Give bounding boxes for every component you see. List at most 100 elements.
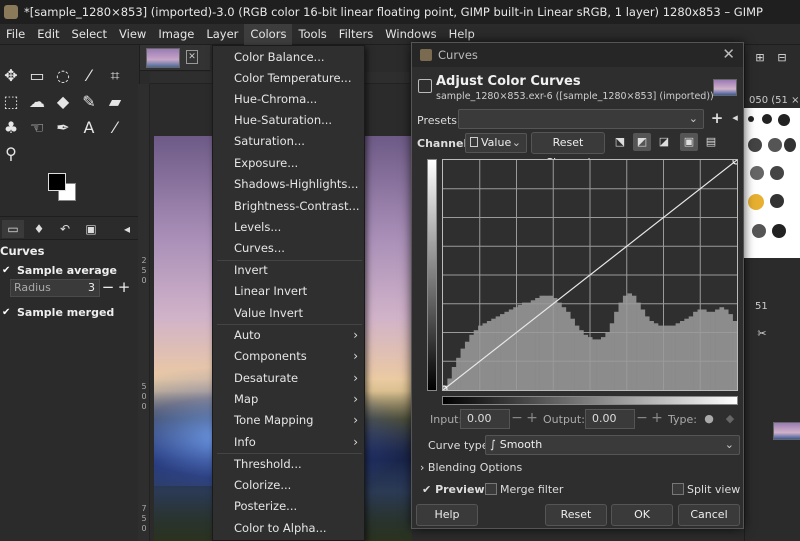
input-field[interactable]: 0.00	[460, 409, 510, 429]
menu-item-hue-saturation[interactable]: Hue-Saturation...	[213, 110, 366, 131]
menu-item-saturation[interactable]: Saturation...	[213, 131, 366, 152]
reset-channel-button[interactable]: Reset Channel	[531, 132, 605, 169]
help-button[interactable]: Help	[416, 504, 478, 526]
menu-item-tone-mapping[interactable]: Tone Mapping ›	[213, 410, 366, 431]
image-tab[interactable]: ✕	[140, 45, 210, 71]
brush-swatch[interactable]	[770, 166, 784, 180]
menu-item-color-to-alpha[interactable]: Color to Alpha...	[213, 518, 366, 539]
brush-swatch[interactable]	[762, 114, 772, 124]
warp-tool-icon[interactable]: ☁	[26, 91, 48, 113]
move-tool-icon[interactable]: ✥	[0, 65, 22, 87]
brush-swatch[interactable]	[748, 194, 764, 210]
input-increase-button[interactable]: +	[525, 409, 539, 429]
close-icon[interactable]: ✕	[722, 45, 735, 63]
menu-filters[interactable]: Filters	[333, 24, 379, 45]
lasso-tool-icon[interactable]: ◌	[52, 65, 74, 87]
menu-item-linear-invert[interactable]: Linear Invert	[213, 281, 366, 302]
menu-image[interactable]: Image	[152, 24, 200, 45]
device-status-tab-icon[interactable]: ♦	[28, 220, 50, 238]
add-icon[interactable]: ⊞	[751, 49, 769, 67]
sample-merged-checkbox[interactable]: ✔ Sample merged	[2, 304, 114, 320]
brush-swatch[interactable]	[748, 138, 762, 152]
images-tab-icon[interactable]: ▣	[80, 220, 102, 238]
preview-checkbox[interactable]: ✔ Preview	[422, 483, 485, 496]
output-field[interactable]: 0.00	[585, 409, 635, 429]
brush-icon[interactable]: ⊟	[773, 49, 791, 67]
radius-decrease-button[interactable]: −	[101, 279, 115, 297]
menu-item-map[interactable]: Map ›	[213, 389, 366, 410]
output-increase-button[interactable]: +	[650, 409, 664, 429]
undo-history-tab-icon[interactable]: ↶	[54, 220, 76, 238]
menu-item-info[interactable]: Info ›	[213, 432, 366, 453]
brush-swatch[interactable]	[768, 138, 782, 152]
brush-swatch[interactable]	[750, 166, 764, 180]
menu-item-color-balance[interactable]: Color Balance...	[213, 47, 366, 68]
menu-item-hue-chroma[interactable]: Hue-Chroma...	[213, 89, 366, 110]
dialog-title-bar[interactable]: Curves ✕	[412, 43, 743, 67]
layer-thumbnail[interactable]	[773, 422, 800, 440]
log-histogram-icon[interactable]: ◩	[633, 133, 651, 151]
curve-style-icon[interactable]: ◪	[655, 133, 673, 151]
dock-scissor-icon[interactable]: ✂	[753, 325, 771, 343]
color-picker-tool-icon[interactable]: ⁄	[104, 117, 126, 139]
dock-menu-icon[interactable]: ◂	[116, 220, 138, 238]
menu-item-desaturate[interactable]: Desaturate ›	[213, 368, 366, 389]
menu-file[interactable]: File	[0, 24, 31, 45]
transform-tool-icon[interactable]: ⬚	[0, 91, 22, 113]
cancel-button[interactable]: Cancel	[678, 504, 740, 526]
rect-select-tool-icon[interactable]: ▭	[26, 65, 48, 87]
brush-swatch[interactable]	[752, 224, 766, 238]
reset-button[interactable]: Reset	[545, 504, 607, 526]
input-decrease-button[interactable]: −	[510, 409, 524, 429]
menu-item-exposure[interactable]: Exposure...	[213, 153, 366, 174]
menu-colors[interactable]: Colors	[244, 23, 293, 45]
smudge-tool-icon[interactable]: ☜	[26, 117, 48, 139]
picker-icon[interactable]: ▤	[702, 133, 720, 151]
brush-swatch[interactable]	[772, 224, 786, 238]
menu-tools[interactable]: Tools	[292, 24, 332, 45]
crop-tool-icon[interactable]: ⌗	[104, 65, 126, 87]
menu-item-shadows-highlights[interactable]: Shadows-Highlights...	[213, 174, 366, 195]
brush-swatch[interactable]	[778, 114, 790, 126]
tool-options-tab-icon[interactable]: ▭	[2, 220, 24, 238]
brush-swatch[interactable]	[784, 138, 796, 152]
presets-combo[interactable]: ⌄	[458, 109, 704, 129]
menu-item-threshold[interactable]: Threshold...	[213, 454, 366, 475]
menu-item-levels[interactable]: Levels...	[213, 217, 366, 238]
merge-filter-checkbox[interactable]	[485, 483, 497, 495]
menu-item-curves[interactable]: Curves...	[213, 238, 366, 259]
channel-combo[interactable]: Value ⌄	[465, 133, 527, 153]
blending-options-expander[interactable]: › Blending Options	[420, 461, 522, 474]
menu-item-colorize[interactable]: Colorize...	[213, 475, 366, 496]
fuzzy-select-tool-icon[interactable]: ⁄	[78, 65, 100, 87]
menu-layer[interactable]: Layer	[200, 24, 244, 45]
close-image-icon[interactable]: ✕	[186, 50, 198, 64]
foreground-color-swatch[interactable]	[48, 173, 66, 191]
preset-menu-icon[interactable]: ◂	[726, 109, 744, 127]
menu-edit[interactable]: Edit	[31, 24, 65, 45]
menu-item-auto[interactable]: Auto ›	[213, 325, 366, 346]
radius-increase-button[interactable]: +	[117, 279, 131, 297]
menu-select[interactable]: Select	[66, 24, 113, 45]
menu-item-components[interactable]: Components ›	[213, 346, 366, 367]
menu-item-value-invert[interactable]: Value Invert	[213, 303, 366, 324]
sample-average-checkbox[interactable]: ✔ Sample average	[2, 262, 117, 278]
menu-item-color-temperature[interactable]: Color Temperature...	[213, 68, 366, 89]
eraser-tool-icon[interactable]: ▰	[104, 91, 126, 113]
paths-tool-icon[interactable]: ✒	[52, 117, 74, 139]
clone-tool-icon[interactable]: ♣	[0, 117, 22, 139]
menu-item-brightness-contrast[interactable]: Brightness-Contrast...	[213, 196, 366, 217]
split-view-checkbox[interactable]	[672, 483, 684, 495]
brushes-panel[interactable]	[744, 108, 800, 258]
paintbrush-tool-icon[interactable]: ✎	[78, 91, 100, 113]
menu-item-posterize[interactable]: Posterize...	[213, 496, 366, 517]
radius-field[interactable]: Radius 3	[10, 279, 100, 297]
text-tool-icon[interactable]: A	[78, 117, 100, 139]
menu-view[interactable]: View	[113, 24, 152, 45]
curve-graph[interactable]	[440, 157, 740, 393]
linear-histogram-icon[interactable]: ⬔	[611, 133, 629, 151]
brush-swatch[interactable]	[770, 194, 784, 208]
zoom-tool-icon[interactable]: ⚲	[0, 143, 22, 165]
view-icon[interactable]: ▣	[680, 133, 698, 151]
bucket-fill-tool-icon[interactable]: ◆	[52, 91, 74, 113]
